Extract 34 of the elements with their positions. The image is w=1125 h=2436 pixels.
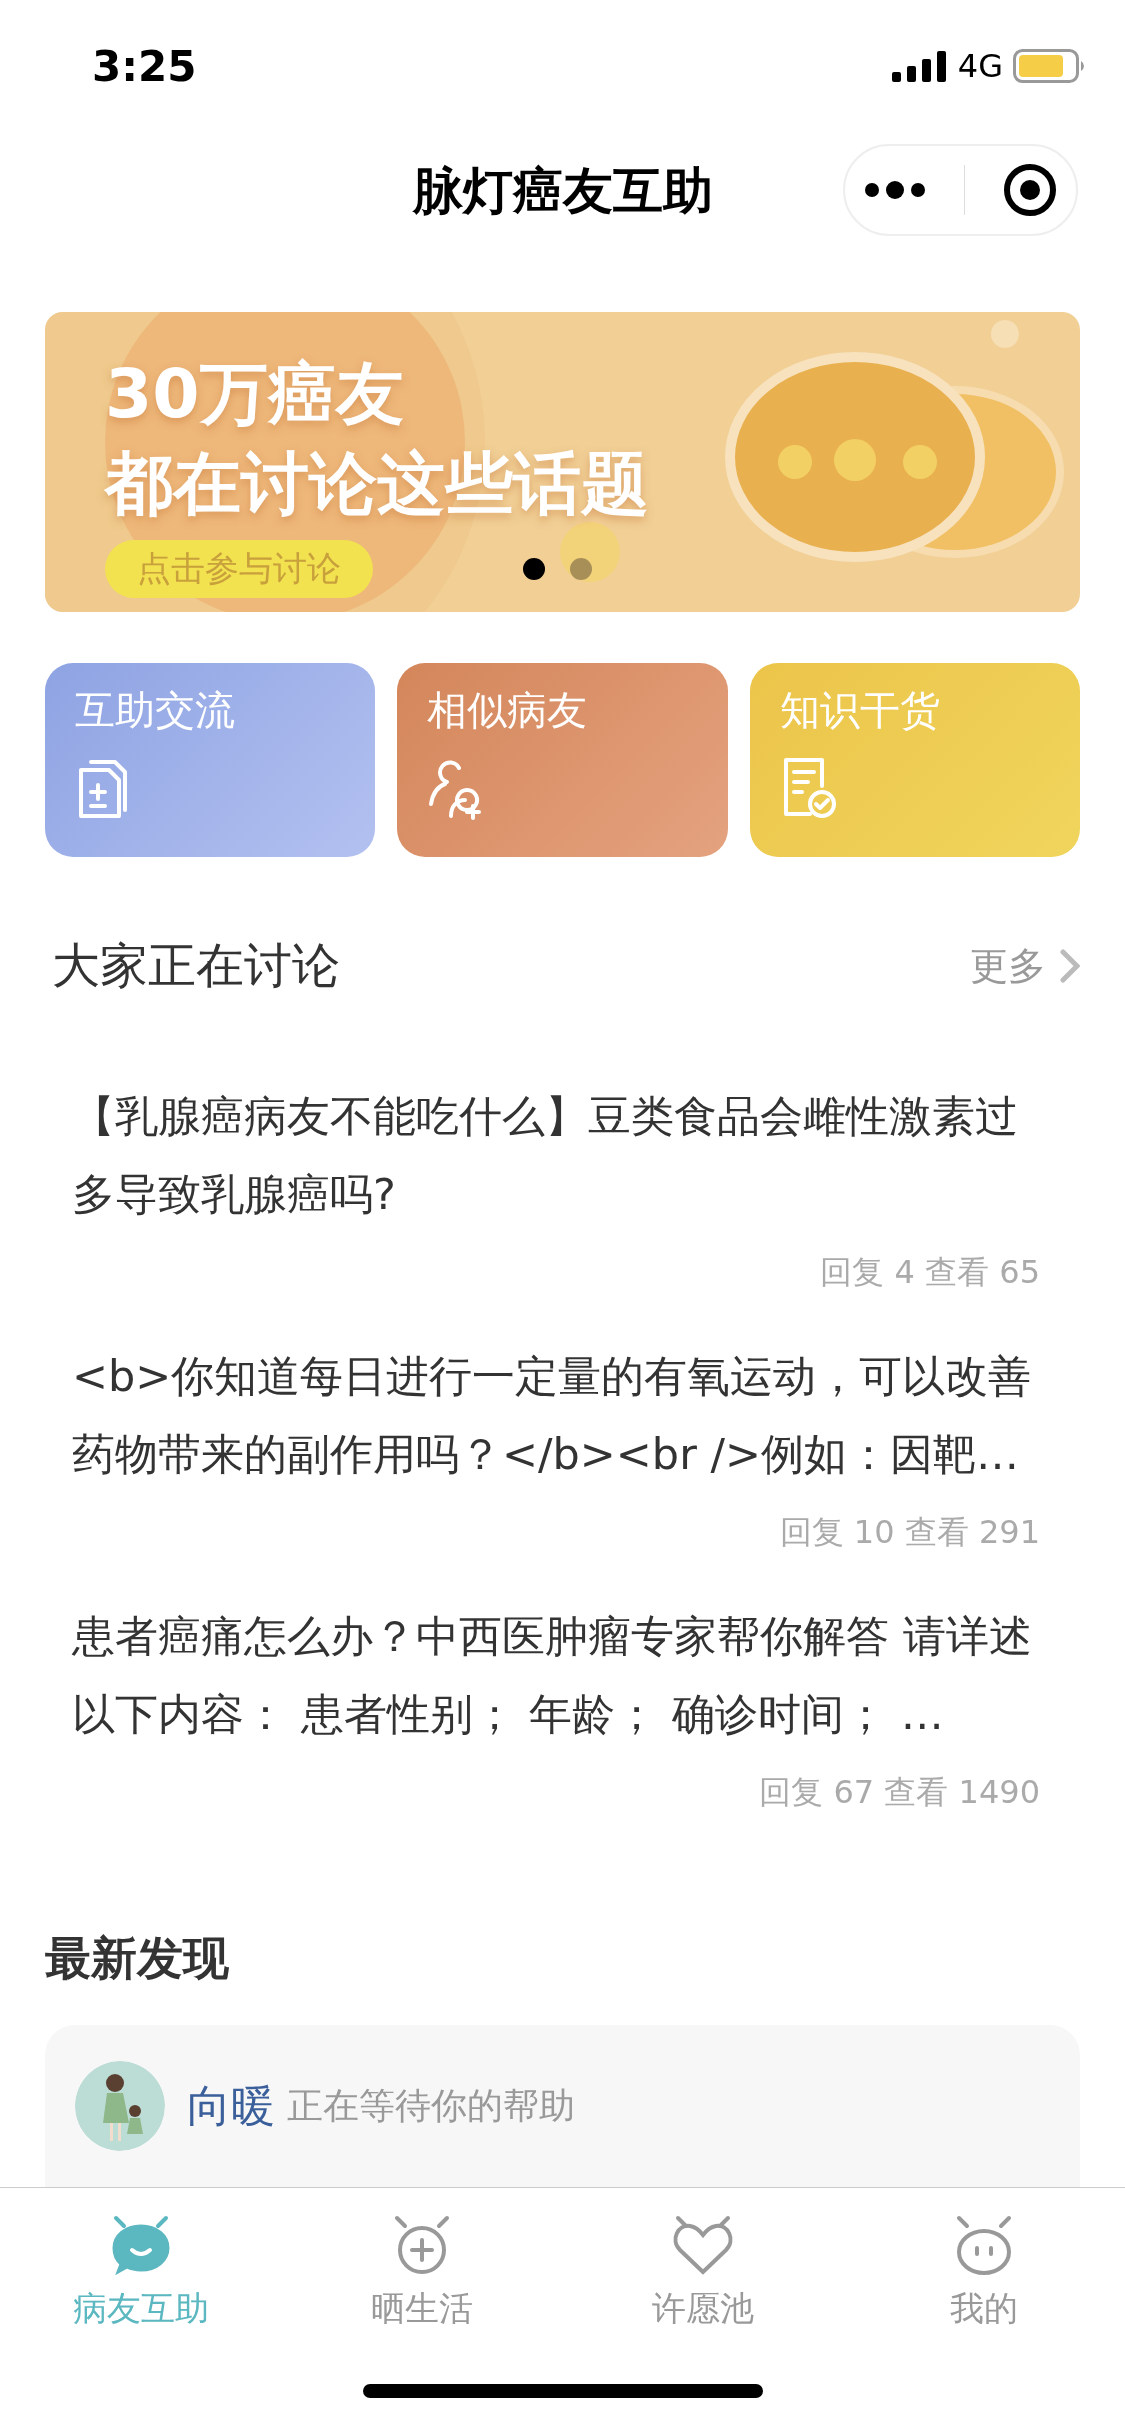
tab-item[interactable]: 许愿池 [562, 2188, 844, 2364]
post-status: 正在等待你的帮助 [287, 2083, 575, 2128]
shortcut-label: 互助交流 [75, 686, 235, 735]
shortcut-card[interactable]: 相似病友 [397, 663, 728, 857]
more-link[interactable]: 更多 [970, 940, 1080, 992]
shortcut-label: 相似病友 [427, 686, 588, 735]
post-card[interactable]: 向暖 正在等待你的帮助 [45, 2025, 1080, 2187]
join-discussion-button[interactable]: 点击参与讨论 [105, 540, 373, 598]
close-target-icon[interactable] [1003, 163, 1057, 217]
topic-stats: 回复 10 查看 291 [779, 1512, 1040, 1553]
banner-headline: 30万癌友 [105, 353, 405, 435]
topic-title[interactable]: 患者癌痛怎么办？中西医肿瘤专家帮你解答 请详述以下内容： 患者性别； 年龄； 确诊时间； … [72, 1597, 1040, 1753]
section-title: 大家正在讨论 [52, 936, 340, 995]
user-name[interactable]: 向暖 [187, 2076, 275, 2136]
topic-stats: 回复 67 查看 1490 [759, 1772, 1040, 1813]
section-title: 最新发现 [45, 1930, 229, 1987]
page-title: 脉灯癌友互助 [412, 160, 713, 222]
topic-title[interactable]: <b>你知道每日进行一定量的有氧运动，可以改善药物带来的副作用吗？</b><br />例如：因靶… [72, 1337, 1040, 1493]
battery-icon [1013, 49, 1085, 83]
banner-subline: 都在讨论这些话题 [105, 443, 649, 525]
chevron-right-icon [1060, 949, 1080, 983]
tab-item[interactable]: 我的 [843, 2188, 1125, 2364]
tab-item[interactable]: 病友互助 [0, 2188, 282, 2364]
shortcut-card[interactable]: 知识干货 [749, 663, 1080, 857]
status-time: 3:25 [92, 41, 197, 91]
banner[interactable]: 30万癌友 都在讨论这些话题 点击参与讨论 [45, 312, 1080, 612]
shortcut-label: 知识干货 [779, 686, 940, 735]
more-icon[interactable] [864, 180, 926, 200]
topic-title[interactable]: 【乳腺癌病友不能吃什么】豆类食品会雌性激素过多导致乳腺癌吗? [72, 1077, 1040, 1233]
network-label: 4G [957, 47, 1003, 85]
shortcut-card[interactable]: 互助交流 [45, 663, 376, 857]
signal-icon [891, 50, 948, 82]
tab-item[interactable]: 晒生活 [281, 2188, 563, 2364]
topic-stats: 回复 4 查看 65 [820, 1252, 1040, 1293]
